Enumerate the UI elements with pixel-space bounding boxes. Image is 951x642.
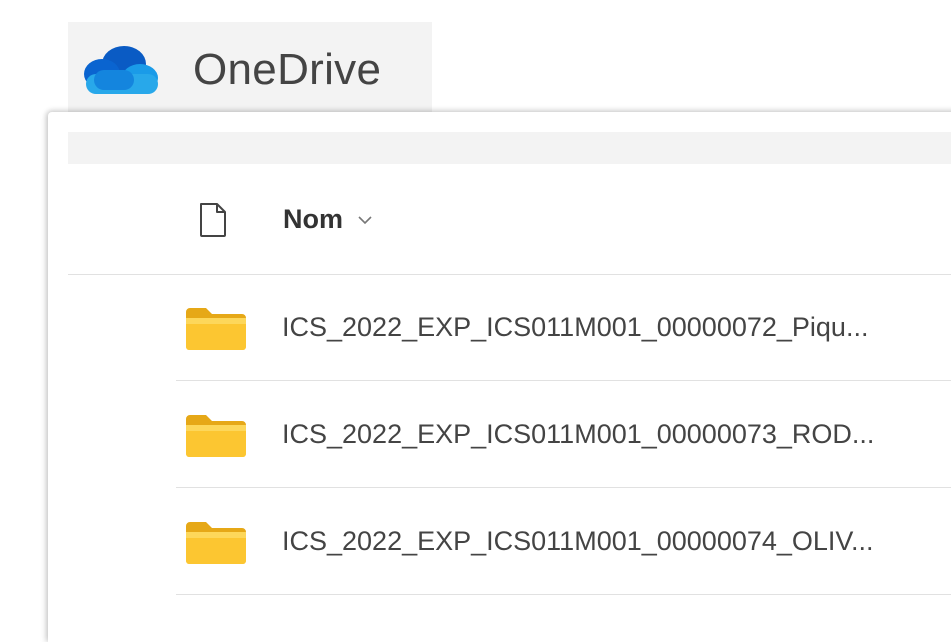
list-item[interactable]: ICS_2022_EXP_ICS011M001_00000072_Piqu... (176, 274, 951, 381)
item-name: ICS_2022_EXP_ICS011M001_00000074_OLIV... (282, 526, 874, 556)
list-item[interactable]: ICS_2022_EXP_ICS011M001_00000074_OLIV... (176, 488, 951, 595)
folder-icon (186, 522, 246, 564)
list-header: Nom (68, 164, 951, 275)
chevron-down-icon (358, 215, 372, 224)
folder-icon (186, 415, 246, 457)
app-title: OneDrive (193, 45, 382, 94)
file-icon[interactable] (198, 202, 228, 238)
onedrive-brand[interactable]: OneDrive (68, 22, 432, 118)
command-bar (68, 132, 951, 164)
column-header-name-label: Nom (283, 204, 343, 234)
item-name: ICS_2022_EXP_ICS011M001_00000072_Piqu... (282, 312, 869, 342)
list-item[interactable]: ICS_2022_EXP_ICS011M001_00000073_ROD... (176, 381, 951, 488)
item-name: ICS_2022_EXP_ICS011M001_00000073_ROD... (282, 419, 875, 449)
onedrive-cloud-icon (84, 46, 158, 94)
folder-icon (186, 308, 246, 350)
file-list-panel: Nom ICS_2022_EXP_ICS011M001_00000072_Piq… (48, 112, 951, 642)
column-header-name[interactable]: Nom (283, 204, 373, 235)
